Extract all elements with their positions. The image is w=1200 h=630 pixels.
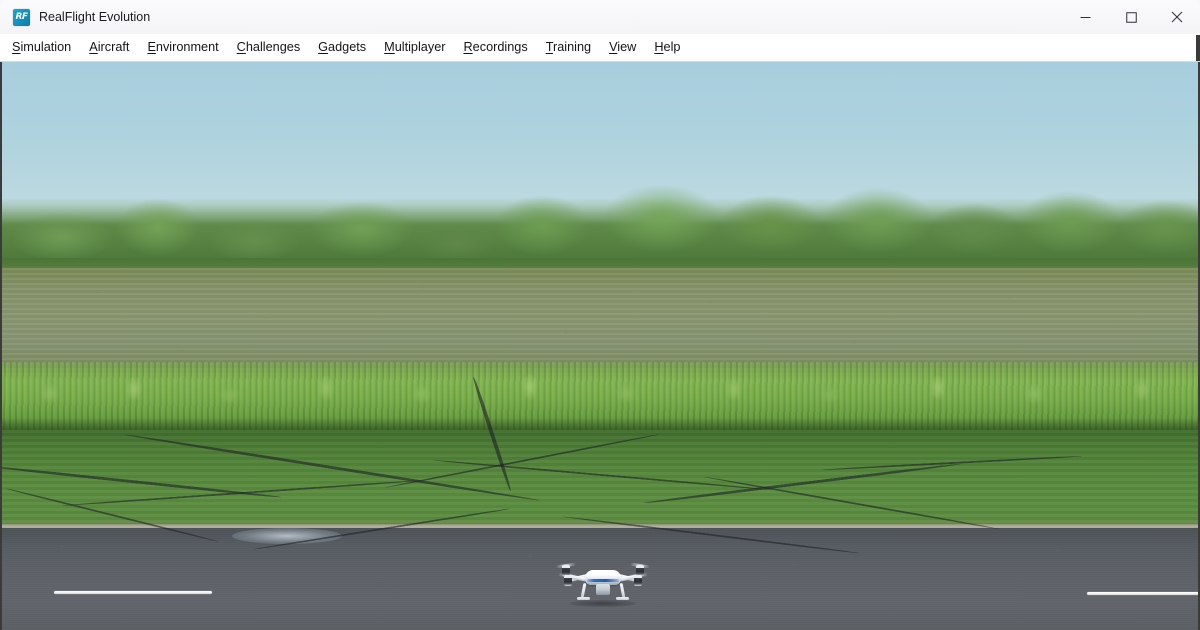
title-bar: RF RealFlight Evolution xyxy=(0,0,1200,34)
simulation-viewport[interactable] xyxy=(0,62,1200,630)
minimize-button[interactable] xyxy=(1062,0,1108,34)
menu-item-help[interactable]: Help xyxy=(645,41,689,54)
menu-item-label: imulation xyxy=(20,40,72,55)
menu-mnemonic: E xyxy=(147,40,156,55)
menu-mnemonic: H xyxy=(654,40,664,55)
menu-bar: Simulation Aircraft Environment Challeng… xyxy=(0,34,1200,62)
menu-item-label: adgets xyxy=(328,40,367,55)
menu-item-label: ecordings xyxy=(472,40,528,55)
menu-item-training[interactable]: Training xyxy=(537,41,600,54)
landing-skid-left xyxy=(577,597,590,600)
motor-rear-left xyxy=(564,575,572,586)
menu-item-label: ircraft xyxy=(97,40,130,55)
tall-grass-tufts xyxy=(2,358,1198,408)
menu-item-label: elp xyxy=(663,40,681,55)
drone-shadow xyxy=(570,600,636,607)
landing-leg-right xyxy=(619,582,626,599)
app-icon-label: RF xyxy=(15,11,28,22)
menu-item-label: iew xyxy=(617,40,637,55)
window-title: RealFlight Evolution xyxy=(39,9,151,24)
menu-mnemonic: A xyxy=(89,40,98,55)
menu-item-recordings[interactable]: Recordings xyxy=(455,41,537,54)
menu-item-label: hallenges xyxy=(245,40,301,55)
drone-fuselage xyxy=(585,570,621,585)
menu-item-label: ultiplayer xyxy=(394,40,446,55)
menu-item-view[interactable]: View xyxy=(600,41,645,54)
menu-item-simulation[interactable]: Simulation xyxy=(3,41,80,54)
menu-item-aircraft[interactable]: Aircraft xyxy=(80,41,138,54)
menu-item-challenges[interactable]: Challenges xyxy=(228,41,310,54)
menu-mnemonic: R xyxy=(463,40,473,55)
menu-overflow-indicator[interactable] xyxy=(1196,35,1200,61)
landing-leg-left xyxy=(580,582,587,599)
realflight-app-icon: RF xyxy=(13,8,30,26)
motor-rear-right xyxy=(634,575,642,586)
runway-marking xyxy=(54,591,212,594)
menu-mnemonic: G xyxy=(318,40,329,55)
close-button[interactable] xyxy=(1154,0,1200,34)
menu-mnemonic: T xyxy=(545,40,553,55)
menu-item-label: raining xyxy=(552,40,592,55)
menu-item-gadgets[interactable]: Gadgets xyxy=(309,41,375,54)
landing-skid-right xyxy=(616,597,629,600)
window-controls xyxy=(1062,0,1200,34)
drone-camera-gimbal xyxy=(596,584,610,595)
menu-mnemonic: M xyxy=(384,40,395,55)
drone-accent-stripe xyxy=(587,579,619,582)
menu-mnemonic: C xyxy=(236,40,246,55)
maximize-button[interactable] xyxy=(1108,0,1154,34)
menu-item-multiplayer[interactable]: Multiplayer xyxy=(375,41,454,54)
runway-marking xyxy=(1087,592,1198,595)
menu-item-label: nvironment xyxy=(155,40,219,55)
menu-item-environment[interactable]: Environment xyxy=(138,41,227,54)
quadcopter-drone[interactable] xyxy=(555,556,651,608)
realflight-main-window: RF RealFlight Evolution Simulation Aircr… xyxy=(0,0,1200,630)
